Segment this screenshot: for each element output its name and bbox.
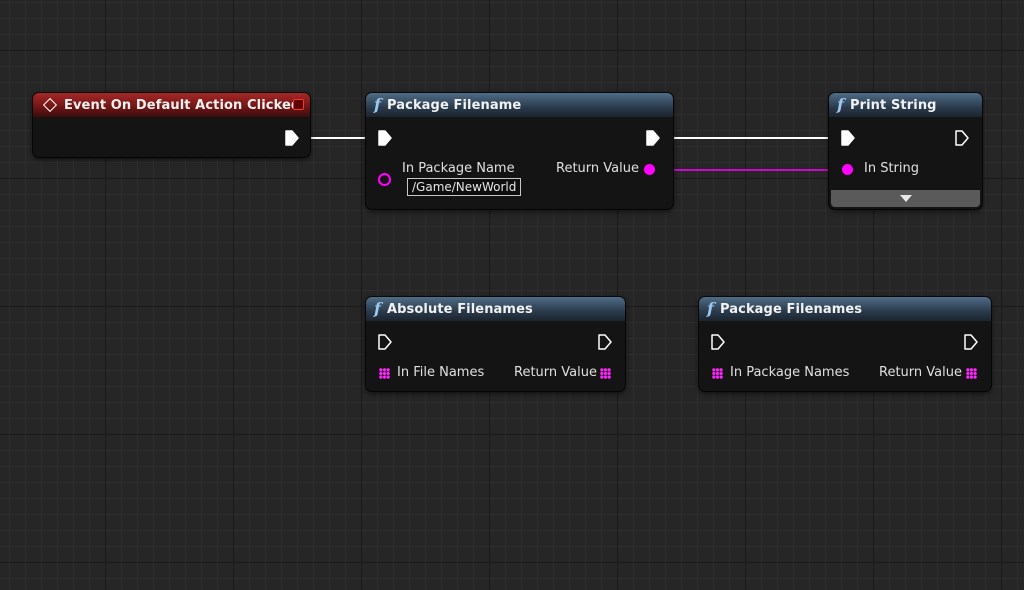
package-filename-node[interactable]: f Package Filename In Package Name /Game… bbox=[366, 93, 673, 209]
package-filenames-node[interactable]: f Package Filenames In Package Names Ret… bbox=[699, 297, 991, 391]
return-value-label: Return Value bbox=[879, 365, 962, 380]
in-string-pin[interactable] bbox=[842, 164, 853, 175]
in-package-names-array-pin[interactable] bbox=[712, 368, 723, 379]
in-string-label: In String bbox=[864, 161, 920, 176]
event-node-header[interactable]: Event On Default Action Clicked bbox=[33, 93, 310, 117]
advanced-display-toggle[interactable] bbox=[831, 190, 980, 207]
function-icon: f bbox=[374, 299, 381, 318]
package-filename-header[interactable]: f Package Filename bbox=[366, 93, 673, 117]
return-value-array-pin[interactable] bbox=[600, 368, 611, 379]
expand-arrow-icon bbox=[899, 195, 912, 202]
exec-output-pin[interactable] bbox=[964, 334, 978, 350]
return-value-label: Return Value bbox=[556, 161, 639, 176]
exec-input-pin[interactable] bbox=[711, 334, 725, 350]
exec-output-pin[interactable] bbox=[955, 130, 969, 146]
function-icon: f bbox=[837, 95, 844, 114]
exec-input-pin[interactable] bbox=[841, 130, 855, 146]
exec-input-pin[interactable] bbox=[378, 130, 392, 146]
absolute-filenames-node[interactable]: f Absolute Filenames In File Names Retur… bbox=[366, 297, 625, 391]
exec-input-pin[interactable] bbox=[378, 334, 392, 350]
event-node-title: Event On Default Action Clicked bbox=[64, 97, 301, 113]
exec-output-pin[interactable] bbox=[646, 130, 660, 146]
print-string-node[interactable]: f Print String In String bbox=[829, 93, 982, 209]
event-diamond-icon bbox=[42, 97, 58, 113]
function-icon: f bbox=[707, 299, 714, 318]
in-package-name-label: In Package Name bbox=[402, 161, 515, 176]
print-string-title: Print String bbox=[849, 97, 937, 113]
in-package-name-pin[interactable] bbox=[378, 173, 391, 186]
event-on-default-action-clicked-node[interactable]: Event On Default Action Clicked bbox=[33, 93, 310, 157]
return-value-pin[interactable] bbox=[644, 164, 655, 175]
package-filenames-title: Package Filenames bbox=[719, 301, 863, 317]
package-filename-title: Package Filename bbox=[386, 97, 522, 113]
print-string-header[interactable]: f Print String bbox=[829, 93, 982, 117]
in-package-names-label: In Package Names bbox=[730, 365, 850, 380]
wire-layer bbox=[300, 136, 845, 171]
return-value-label: Return Value bbox=[514, 365, 597, 380]
absolute-filenames-header[interactable]: f Absolute Filenames bbox=[366, 297, 625, 321]
package-filenames-header[interactable]: f Package Filenames bbox=[699, 297, 991, 321]
exec-output-pin[interactable] bbox=[285, 130, 299, 146]
function-icon: f bbox=[374, 95, 381, 114]
absolute-filenames-title: Absolute Filenames bbox=[386, 301, 533, 317]
in-package-name-input[interactable]: /Game/NewWorld bbox=[407, 178, 522, 196]
in-file-names-array-pin[interactable] bbox=[379, 368, 390, 379]
return-value-array-pin[interactable] bbox=[966, 368, 977, 379]
exec-output-pin[interactable] bbox=[598, 334, 612, 350]
delegate-pin-icon[interactable] bbox=[293, 99, 304, 110]
in-file-names-label: In File Names bbox=[397, 365, 485, 380]
